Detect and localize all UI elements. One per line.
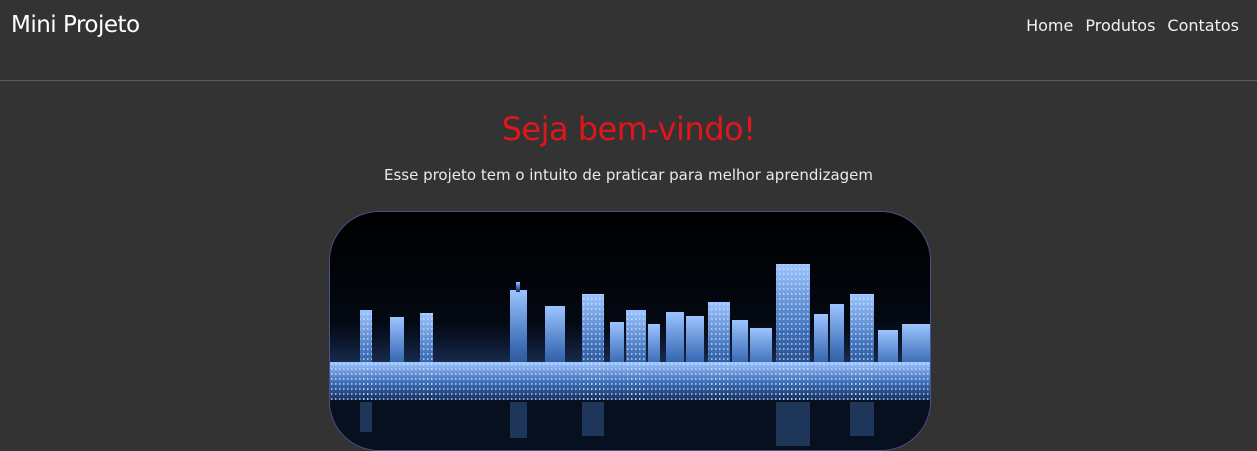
city-skyline-illustration xyxy=(330,212,930,450)
header-bar: Mini Projeto Home Produtos Contatos xyxy=(0,0,1257,81)
page-title: Seja bem-vindo! xyxy=(501,110,756,148)
main-content: Seja bem-vindo! Esse projeto tem o intui… xyxy=(0,81,1257,185)
hero-image xyxy=(329,211,931,451)
nav-link-produtos[interactable]: Produtos xyxy=(1085,16,1155,35)
page-subtitle: Esse projeto tem o intuito de praticar p… xyxy=(383,166,874,184)
nav-link-home[interactable]: Home xyxy=(1026,16,1073,35)
brand-logo[interactable]: Mini Projeto xyxy=(11,12,140,38)
nav-link-contatos[interactable]: Contatos xyxy=(1167,16,1239,35)
main-nav: Home Produtos Contatos xyxy=(1026,16,1239,35)
